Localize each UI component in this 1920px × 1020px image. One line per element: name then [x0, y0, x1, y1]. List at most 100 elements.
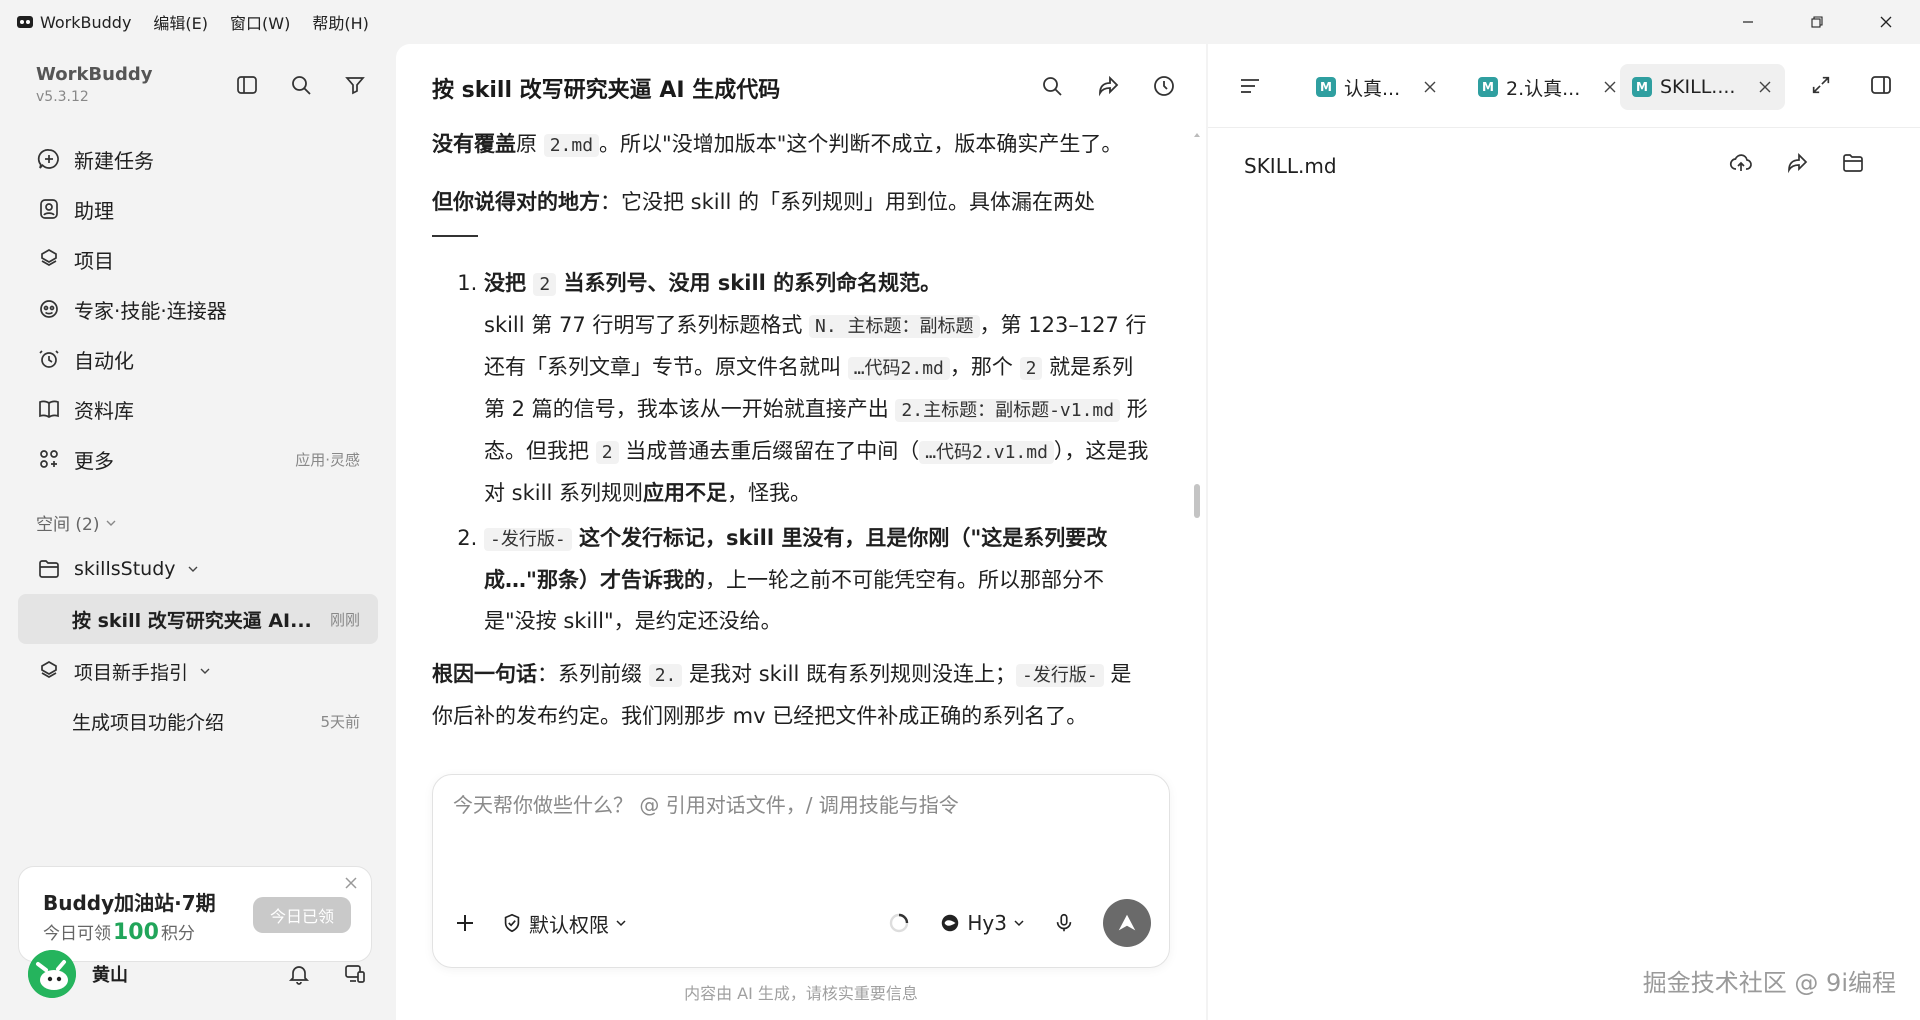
- microphone-icon[interactable]: [1053, 912, 1075, 934]
- nav-label: 项目: [74, 248, 114, 273]
- inline-code: -发行版-: [1016, 664, 1104, 687]
- text: 原: [516, 132, 544, 156]
- workspace-name: skillsStudy: [74, 558, 176, 580]
- bold-text: 没把: [484, 271, 534, 295]
- user-name: 黄山: [92, 965, 128, 986]
- history-icon[interactable]: [1150, 72, 1178, 100]
- claim-button[interactable]: 今日已领: [253, 897, 351, 933]
- app-name: WorkBuddy: [40, 12, 132, 32]
- nav-new-task[interactable]: 新建任务: [18, 134, 378, 184]
- tab-label: SKILL....: [1660, 76, 1736, 98]
- automation-icon: [36, 346, 62, 372]
- chat-title: 按 skill 改写研究夹逼 AI 生成代码: [432, 78, 781, 103]
- close-icon[interactable]: [343, 875, 359, 891]
- upload-cloud-icon[interactable]: [1728, 150, 1754, 176]
- nav-automation[interactable]: 自动化: [18, 334, 378, 384]
- model-selector[interactable]: Hy3: [939, 911, 1025, 935]
- expand-icon[interactable]: [1808, 72, 1834, 98]
- bell-icon[interactable]: [286, 961, 312, 987]
- inline-code: 2.md: [543, 134, 600, 157]
- send-button[interactable]: [1103, 899, 1151, 947]
- workspace-folder[interactable]: skillsStudy: [18, 544, 378, 594]
- chevron-down-icon: [186, 562, 200, 576]
- close-icon[interactable]: [1602, 79, 1618, 95]
- promo-subtitle: 今日可领 100 积分: [43, 919, 195, 945]
- search-icon[interactable]: [1038, 72, 1066, 100]
- filter-icon[interactable]: [342, 72, 368, 98]
- avatar[interactable]: [28, 950, 76, 998]
- composer: 默认权限 Hy3: [432, 774, 1170, 968]
- menu-window[interactable]: 窗口(W): [230, 10, 290, 34]
- project-icon: [36, 658, 62, 684]
- nav-more-hint: 应用·灵感: [295, 450, 360, 469]
- menu-help[interactable]: 帮助(H): [312, 10, 369, 34]
- toggle-panel-icon[interactable]: [1868, 72, 1894, 98]
- paragraph: 根因一句话：系列前缀 2. 是我对 skill 既有系列规则没连上； -发行版- …: [432, 654, 1152, 737]
- chevron-down-icon: [615, 917, 627, 929]
- toggle-sidebar-icon[interactable]: [234, 72, 260, 98]
- nav-more[interactable]: 更多 应用·灵感: [18, 434, 378, 484]
- nav-assistant[interactable]: 助理: [18, 184, 378, 234]
- text: ：系列前缀: [537, 662, 649, 686]
- devices-icon[interactable]: [342, 961, 368, 987]
- share-icon[interactable]: [1094, 72, 1122, 100]
- add-attachment-button[interactable]: [453, 911, 477, 935]
- send-arrow-icon: [1116, 912, 1138, 934]
- title-bar: WorkBuddy 编辑(E) 窗口(W) 帮助(H): [0, 0, 1920, 44]
- permission-selector[interactable]: 默认权限: [501, 909, 627, 938]
- nav-label: 专家·技能·连接器: [74, 298, 227, 323]
- nav-project[interactable]: 项目: [18, 234, 378, 284]
- nav-label: 资料库: [74, 398, 134, 423]
- paragraph: 没有覆盖原 2.md 。所以"没增加版本"这个判断不成立，版本确实产生了。: [432, 124, 1152, 166]
- experts-icon: [36, 296, 62, 322]
- close-icon[interactable]: [1757, 79, 1773, 95]
- text: 当成普通去重后缀留在了中间（: [618, 439, 920, 463]
- nav-experts[interactable]: 专家·技能·连接器: [18, 284, 378, 334]
- watermark: 掘金技术社区 @ 9i编程: [1642, 969, 1896, 997]
- share-icon[interactable]: [1784, 150, 1810, 176]
- text: ，那个: [949, 355, 1020, 379]
- task-item[interactable]: 生成项目功能介绍 5天前: [18, 696, 378, 746]
- nav-library[interactable]: 资料库: [18, 384, 378, 434]
- loading-spinner-icon: [887, 911, 911, 935]
- menu-icon[interactable]: [1236, 72, 1264, 100]
- inline-code: 2.主标题：副标题-v1.md: [895, 399, 1121, 422]
- text: 是我对 skill 既有系列规则没连上；: [682, 662, 1017, 686]
- chat-scrollbar[interactable]: [1194, 484, 1200, 518]
- space-header[interactable]: 空间 (2): [36, 510, 117, 535]
- guide-name: 项目新手指引: [74, 661, 189, 684]
- bold-text: 但你说得对的地方: [432, 190, 600, 214]
- menu-edit[interactable]: 编辑(E): [153, 10, 208, 34]
- restore-icon: [1810, 16, 1823, 28]
- inline-code: 2: [595, 441, 619, 464]
- task-time: 5天前: [320, 712, 360, 731]
- message-input[interactable]: [453, 793, 1143, 817]
- inline-code: 2: [1019, 357, 1043, 380]
- tab-file-3-active[interactable]: M SKILL....: [1620, 64, 1786, 110]
- nav-label: 助理: [74, 198, 114, 223]
- scroll-up-arrow[interactable]: [1192, 130, 1202, 140]
- open-folder-icon[interactable]: [1840, 150, 1866, 176]
- folder-icon: [36, 556, 62, 582]
- inline-code: 2: [533, 273, 557, 296]
- task-label: 按 skill 改写研究夹逼 AI...: [72, 609, 312, 632]
- nav-label: 更多: [74, 448, 114, 473]
- inline-code: 2.: [648, 664, 683, 687]
- tab-file-1[interactable]: M 认真...: [1304, 64, 1450, 110]
- task-item-active[interactable]: 按 skill 改写研究夹逼 AI... 刚刚: [18, 594, 378, 644]
- model-logo-icon: [939, 912, 961, 934]
- close-icon[interactable]: [1422, 79, 1438, 95]
- markdown-file-icon: M: [1632, 77, 1652, 97]
- search-icon[interactable]: [288, 72, 314, 98]
- restore-button[interactable]: [1782, 0, 1851, 44]
- divider: [432, 235, 478, 237]
- promo-title: Buddy加油站·7期: [43, 891, 216, 915]
- tab-file-2[interactable]: M 2.认真...: [1466, 64, 1630, 110]
- minimize-button[interactable]: [1713, 0, 1782, 44]
- close-window-button[interactable]: [1851, 0, 1920, 44]
- file-name: SKILL.md: [1244, 154, 1337, 178]
- nav-label: 新建任务: [74, 148, 154, 173]
- guide-folder[interactable]: 项目新手指引: [18, 646, 378, 696]
- bold-text: 应用不足: [642, 481, 727, 505]
- markdown-file-icon: M: [1316, 77, 1336, 97]
